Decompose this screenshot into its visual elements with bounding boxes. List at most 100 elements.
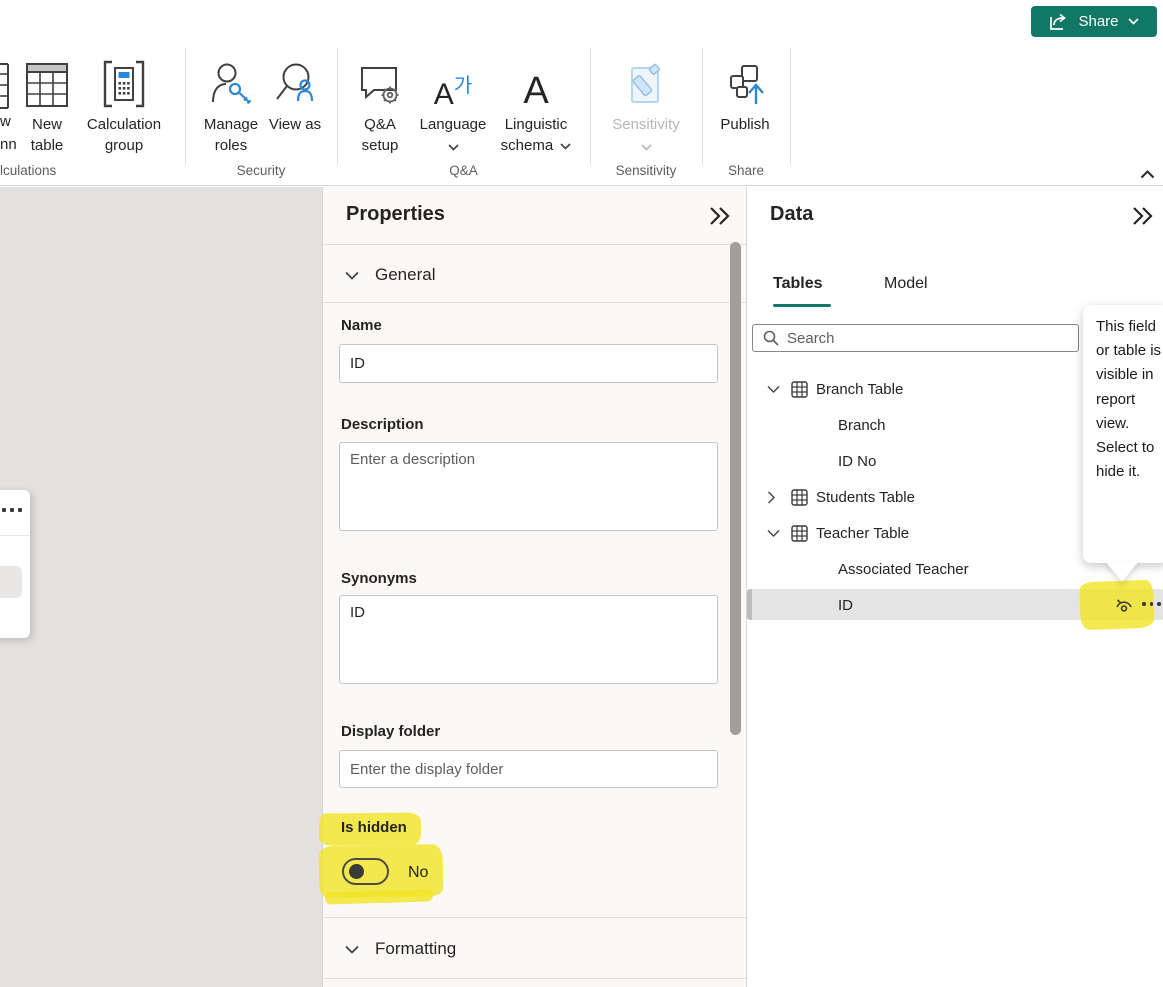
chevron-down-icon — [1128, 18, 1139, 25]
eye-icon — [1113, 594, 1135, 616]
new-table-icon — [14, 50, 80, 112]
tree-label: Teacher Table — [816, 525, 909, 542]
visual-menu-card — [0, 490, 30, 638]
formatting-section-label: Formatting — [375, 939, 456, 959]
app-window: w nn New table — [0, 0, 1163, 987]
table-icon — [791, 489, 808, 506]
ribbon-button-qa-setup[interactable]: Q&A setup — [348, 50, 412, 156]
visibility-tooltip: This field or table is visible in report… — [1083, 305, 1163, 563]
tooltip-tail — [1105, 561, 1139, 582]
chevron-down-icon[interactable] — [414, 138, 492, 156]
section-general[interactable]: General — [345, 265, 435, 285]
group-label-calculations: lculations — [0, 163, 110, 178]
ribbon-button-language[interactable]: A가 Language — [414, 50, 492, 156]
ellipsis-icon[interactable] — [0, 508, 22, 512]
search-box[interactable] — [752, 324, 1079, 352]
new-table-label: New table — [14, 114, 80, 156]
divider — [323, 917, 746, 918]
manage-roles-icon — [194, 50, 268, 112]
language-icon: A가 — [414, 50, 492, 112]
group-label-security: Security — [185, 163, 337, 178]
yellow-highlight — [325, 889, 433, 904]
chevron-down-icon — [345, 945, 359, 954]
collapse-data-button[interactable] — [1132, 206, 1155, 231]
toggle-visibility-button[interactable] — [1113, 594, 1135, 620]
tree-label: ID No — [838, 453, 876, 470]
ribbon-separator — [790, 48, 791, 164]
search-icon — [763, 330, 779, 346]
language-label: Language — [414, 114, 492, 135]
ribbon-button-manage-roles[interactable]: Manage roles — [194, 50, 268, 156]
ribbon-button-new-table[interactable]: New table — [14, 50, 80, 156]
share-label: Share — [1078, 13, 1118, 30]
publish-label: Publish — [710, 114, 780, 135]
calculation-group-icon — [80, 50, 168, 112]
tree-label: ID — [838, 597, 853, 614]
properties-title: Properties — [346, 203, 445, 226]
divider — [323, 978, 746, 979]
display-folder-input[interactable] — [339, 750, 718, 788]
clipped-label-line1: w — [0, 113, 11, 130]
display-folder-label: Display folder — [341, 723, 440, 740]
is-hidden-toggle[interactable] — [342, 858, 389, 885]
share-arrow-icon — [1049, 13, 1069, 31]
divider — [0, 535, 30, 536]
tree-label: Branch Table — [816, 381, 903, 398]
chevron-down-icon — [604, 138, 688, 156]
sensitivity-icon — [604, 50, 688, 112]
is-hidden-value: No — [408, 864, 428, 882]
name-label: Name — [341, 317, 382, 334]
linguistic-schema-label: Linguistic schema — [501, 116, 568, 154]
general-section-label: General — [375, 265, 435, 285]
report-canvas — [0, 187, 322, 987]
more-options-icon[interactable] — [1142, 602, 1161, 606]
toggle-knob — [349, 864, 364, 879]
group-label-sensitivity: Sensitivity — [590, 163, 702, 178]
chevron-down-icon[interactable] — [767, 385, 780, 394]
tree-label: Branch — [838, 417, 886, 434]
group-label-qa: Q&A — [337, 163, 590, 178]
tooltip-text: This field or table is visible in report… — [1096, 315, 1163, 484]
name-input[interactable] — [339, 344, 718, 383]
description-input[interactable] — [339, 442, 718, 531]
ribbon-separator — [185, 48, 186, 164]
selected-row-bar — [747, 589, 752, 620]
menu-item-placeholder[interactable] — [0, 566, 22, 598]
chevron-down-icon[interactable] — [560, 143, 571, 150]
ribbon-button-calculation-group[interactable]: Calculation group — [80, 50, 168, 156]
share-button[interactable]: Share — [1031, 6, 1157, 37]
ribbon-button-sensitivity: Sensitivity — [604, 50, 688, 156]
double-chevron-right-icon — [1132, 206, 1155, 226]
tree-label: Associated Teacher — [838, 561, 969, 578]
collapse-properties-button[interactable] — [709, 206, 732, 231]
double-chevron-right-icon — [709, 206, 732, 226]
qa-setup-label: Q&A setup — [348, 114, 412, 156]
properties-panel: Properties General Name Description Syno… — [322, 187, 745, 987]
ribbon: w nn New table — [0, 0, 1163, 186]
publish-icon — [710, 50, 780, 112]
section-formatting[interactable]: Formatting — [345, 939, 456, 959]
chevron-down-icon[interactable] — [767, 529, 780, 538]
ribbon-button-view-as[interactable]: View as — [266, 50, 324, 135]
ribbon-button-linguistic-schema[interactable]: A Linguistic schema — [492, 50, 580, 156]
ribbon-separator — [337, 48, 338, 164]
is-hidden-label: Is hidden — [341, 819, 407, 836]
tab-model[interactable]: Model — [884, 275, 928, 293]
linguistic-schema-icon: A — [492, 50, 580, 112]
view-as-icon — [266, 50, 324, 112]
tree-label: Students Table — [816, 489, 915, 506]
search-input[interactable] — [787, 330, 1078, 347]
group-label-share: Share — [702, 163, 790, 178]
tab-tables[interactable]: Tables — [773, 275, 823, 293]
sensitivity-label: Sensitivity — [604, 114, 688, 135]
active-tab-underline — [773, 304, 831, 307]
caret-up-icon — [1140, 170, 1155, 179]
ribbon-separator — [590, 48, 591, 164]
synonyms-input[interactable]: ID — [339, 595, 718, 684]
table-icon — [0, 62, 10, 112]
chevron-right-icon[interactable] — [767, 491, 776, 504]
ribbon-button-publish[interactable]: Publish — [710, 50, 780, 135]
collapse-ribbon-button[interactable] — [1140, 166, 1155, 184]
properties-scrollbar[interactable] — [730, 242, 741, 735]
qa-setup-icon — [348, 50, 412, 112]
